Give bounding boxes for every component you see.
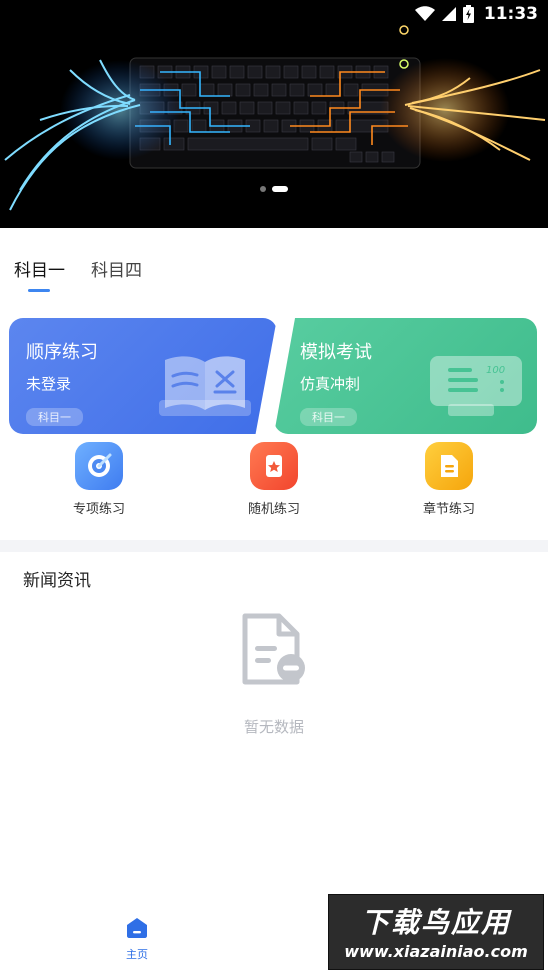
wifi-icon — [414, 6, 435, 21]
banner-carousel[interactable] — [0, 0, 548, 228]
random-practice-button[interactable]: 随机练习 — [219, 442, 329, 517]
mock-exam-card[interactable]: 模拟考试 仿真冲刺 科目一 100 — [274, 318, 537, 434]
subject-tabs: 科目一 科目四 — [14, 258, 142, 292]
carousel-indicator — [0, 186, 548, 192]
open-book-icon — [159, 356, 251, 416]
home-icon — [127, 918, 147, 938]
card-title: 顺序练习 — [26, 342, 98, 363]
document-icon — [425, 442, 473, 490]
tab-subject-four[interactable]: 科目四 — [91, 258, 142, 292]
subject-tag: 科目一 — [26, 408, 83, 426]
chapter-practice-button[interactable]: 章节练习 — [394, 442, 504, 517]
empty-state: 暂无数据 — [0, 612, 548, 737]
watermark-url: www.xiazainiao.com — [344, 942, 528, 961]
carousel-dot-active[interactable] — [272, 186, 288, 192]
score-text: 100 — [486, 365, 505, 376]
nav-home-label: 主页 — [126, 948, 148, 961]
target-icon — [75, 442, 123, 490]
special-practice-button[interactable]: 专项练习 — [44, 442, 154, 517]
nav-home-button[interactable]: 主页 — [112, 916, 162, 962]
special-practice-label: 专项练习 — [72, 502, 125, 517]
battery-charging-icon — [462, 5, 474, 23]
monitor-score-icon: 100 — [430, 356, 522, 416]
chapter-practice-label: 章节练习 — [422, 502, 475, 517]
news-section-title: 新闻资讯 — [23, 571, 91, 591]
subject-tag: 科目一 — [300, 408, 357, 426]
sequential-practice-card[interactable]: 顺序练习 未登录 科目一 — [9, 318, 277, 434]
card-title: 模拟考试 — [300, 342, 372, 363]
empty-state-text: 暂无数据 — [243, 718, 304, 736]
card-subtitle: 未登录 — [26, 375, 72, 393]
watermark-logo: 下载鸟应用 www.xiazainiao.com — [328, 894, 544, 970]
status-bar: 11:33 — [0, 0, 548, 28]
carousel-dot[interactable] — [260, 186, 266, 192]
tab-subject-one[interactable]: 科目一 — [14, 258, 65, 292]
quick-actions: 专项练习 随机练习 章节练习 — [0, 442, 548, 522]
watermark-title: 下载鸟应用 — [360, 906, 511, 939]
random-practice-label: 随机练习 — [247, 502, 300, 517]
section-divider — [0, 540, 548, 552]
card-subtitle: 仿真冲刺 — [300, 375, 361, 393]
empty-document-icon — [242, 613, 305, 685]
signal-icon — [441, 7, 456, 21]
card-star-icon — [250, 442, 298, 490]
status-time: 11:33 — [483, 4, 538, 24]
banner-image — [0, 0, 548, 228]
